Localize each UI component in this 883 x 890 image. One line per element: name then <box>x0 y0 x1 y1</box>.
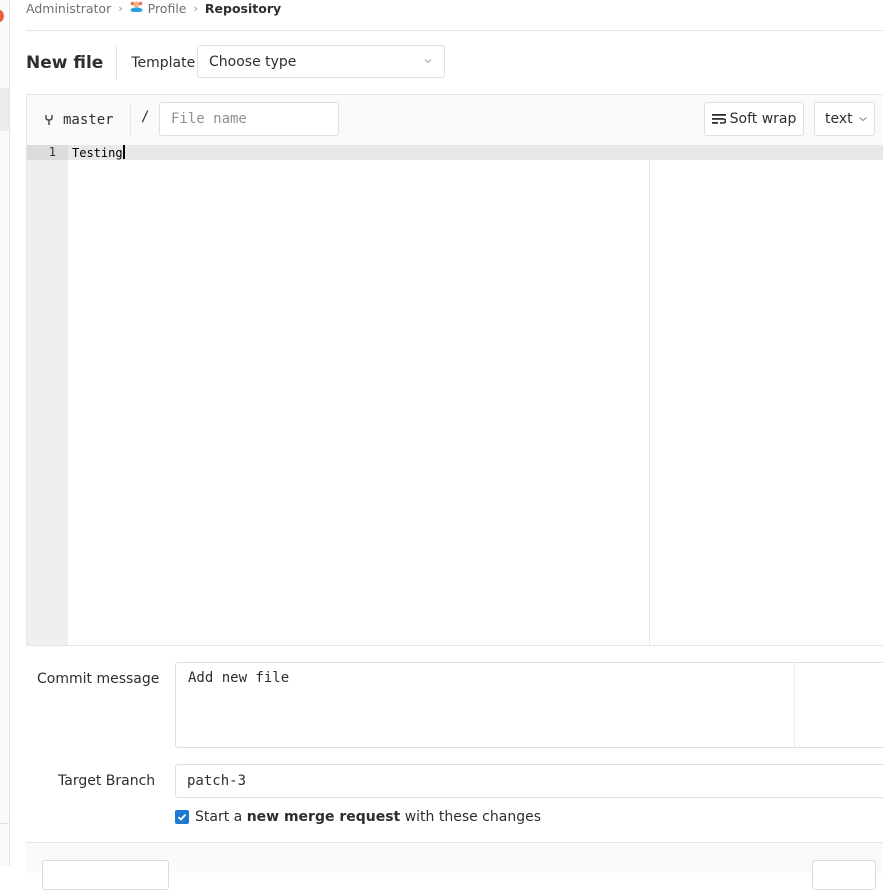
path-separator: / <box>141 109 150 125</box>
print-margin <box>649 145 650 645</box>
code-line[interactable]: Testing <box>72 145 125 160</box>
checkmark-icon <box>177 813 187 821</box>
target-branch-input[interactable] <box>175 764 883 798</box>
soft-wrap-button[interactable]: Soft wrap <box>704 102 804 136</box>
breadcrumb-item-repository[interactable]: Repository <box>205 1 281 16</box>
cancel-button[interactable] <box>812 860 876 890</box>
commit-message-input[interactable]: Add new file <box>175 662 883 748</box>
commit-message-ruler <box>794 663 795 747</box>
branch-divider <box>130 103 131 136</box>
breadcrumb: Administrator › Profile › Repository <box>26 0 281 16</box>
editor-mode-dropdown[interactable]: text <box>814 102 875 136</box>
branch-fork-icon <box>45 115 53 125</box>
breadcrumb-separator: › <box>118 1 123 15</box>
soft-wrap-icon <box>711 114 726 124</box>
chevron-down-icon <box>858 117 867 122</box>
sidebar <box>0 0 10 866</box>
breadcrumb-item-administrator[interactable]: Administrator <box>26 1 111 16</box>
editor-gutter <box>27 145 68 645</box>
title-row: New file Template Choose type <box>26 45 445 80</box>
code-line-text: Testing <box>72 146 123 160</box>
breadcrumb-item-profile[interactable]: Profile <box>148 1 187 16</box>
file-editor: master / Soft wrap text 1 Testing <box>26 94 883 646</box>
target-branch-label: Target Branch <box>58 773 156 789</box>
active-line-highlight <box>27 145 883 160</box>
page-title: New file <box>26 45 118 80</box>
header-divider <box>26 30 883 31</box>
line-number: 1 <box>48 145 56 159</box>
chevron-down-icon <box>424 59 432 64</box>
text-cursor <box>122 145 125 159</box>
commit-message-label: Commit message <box>37 671 160 687</box>
merge-request-checkbox[interactable] <box>175 810 189 824</box>
merge-request-checkbox-row[interactable]: Start a new merge request with these cha… <box>175 809 541 825</box>
branch-name: master <box>63 112 114 128</box>
template-label: Template <box>131 54 196 71</box>
file-name-input[interactable] <box>159 102 339 136</box>
template-select-value: Choose type <box>209 53 297 70</box>
merge-request-text-bold: new merge request <box>246 809 401 825</box>
project-avatar-icon <box>130 1 143 12</box>
merge-request-text-suffix: with these changes <box>400 809 542 825</box>
form-actions <box>26 842 883 890</box>
soft-wrap-label: Soft wrap <box>729 111 797 127</box>
commit-changes-button[interactable] <box>42 860 169 890</box>
breadcrumb-separator: › <box>193 1 198 15</box>
branch-indicator: master <box>44 108 114 132</box>
template-type-select[interactable]: Choose type <box>197 45 445 78</box>
editor-mode-label: text <box>825 111 853 127</box>
notification-badge <box>0 10 4 22</box>
sidebar-item-active[interactable] <box>0 88 9 131</box>
editor-header: master / Soft wrap text <box>27 95 883 146</box>
sidebar-divider <box>0 823 9 824</box>
merge-request-text-prefix: Start a <box>195 809 247 825</box>
